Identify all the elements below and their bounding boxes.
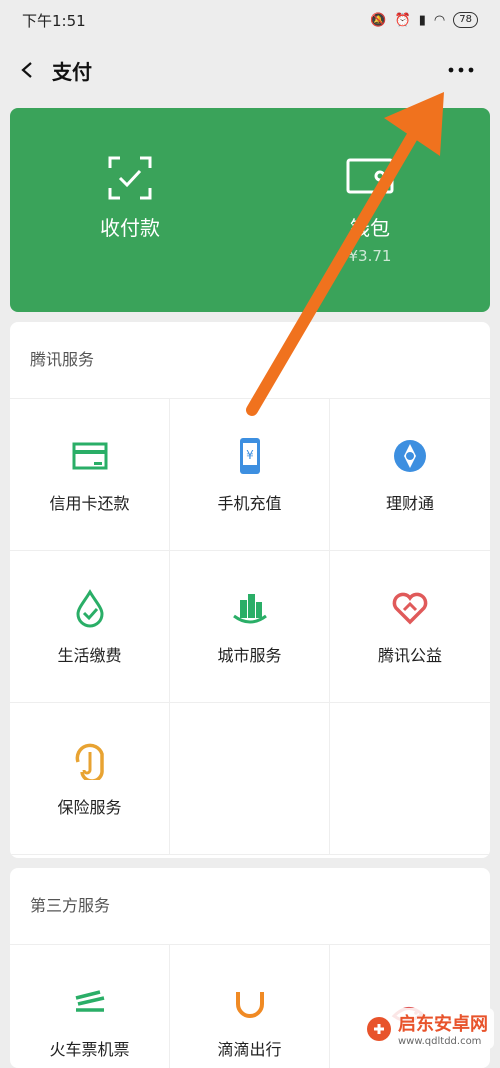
train-flight-tickets-button[interactable]: 火车票机票 — [10, 945, 170, 1068]
wallet-label: 钱包 — [350, 216, 390, 240]
alarm-icon: ⏰ — [394, 12, 411, 28]
watermark-logo-icon — [367, 1016, 391, 1041]
tencent-services-panel: 腾讯服务 信用卡还款 ¥ 手机充值 理财通 生活缴费 城市服务 腾讯公益 保险服… — [10, 322, 490, 858]
payment-card: 收付款 钱包 ¥3.71 — [10, 108, 490, 312]
cell-label: 火车票机票 — [49, 1039, 130, 1059]
didi-button[interactable]: 滴滴出行 — [170, 945, 330, 1068]
wallet-button[interactable]: 钱包 ¥3.71 — [250, 108, 490, 312]
back-button[interactable] — [14, 56, 42, 84]
cell-label: 生活缴费 — [57, 645, 122, 665]
third-party-service-button[interactable] — [330, 945, 490, 1068]
svg-text:¥: ¥ — [246, 448, 254, 462]
charity-heart-icon — [392, 592, 428, 624]
utility-icon — [75, 588, 104, 627]
cell-label: 手机充值 — [217, 493, 282, 513]
watermark: 启东安卓网 www.qdltdd.com — [360, 1008, 494, 1049]
chevron-left-icon — [21, 62, 32, 78]
city-icon — [232, 593, 267, 623]
section-title: 第三方服务 — [30, 896, 111, 915]
wealth-icon — [394, 439, 426, 472]
credit-card-repay-button[interactable]: 信用卡还款 — [10, 399, 170, 551]
cell-label: 腾讯公益 — [377, 645, 442, 665]
collect-pay-button[interactable]: 收付款 — [10, 108, 250, 312]
page-title: 支付 — [52, 59, 92, 84]
wealth-button[interactable]: 理财通 — [330, 399, 490, 551]
phone-topup-button[interactable]: ¥ 手机充值 — [170, 399, 330, 551]
section-title: 腾讯服务 — [30, 350, 95, 369]
city-services-button[interactable]: 城市服务 — [170, 551, 330, 703]
title-bar: 支付 — [0, 44, 500, 96]
empty-cell — [330, 703, 490, 855]
watermark-name: 启东安卓网 — [398, 1014, 488, 1035]
more-button[interactable] — [446, 56, 476, 84]
mute-icon: 🔕 — [370, 12, 387, 28]
phone-topup-icon: ¥ — [239, 437, 260, 474]
wallet-icon — [346, 158, 394, 194]
tencent-charity-button[interactable]: 腾讯公益 — [330, 551, 490, 703]
status-time: 下午1:51 — [22, 11, 86, 30]
wallet-balance: ¥3.71 — [348, 247, 392, 265]
cell-label: 理财通 — [385, 493, 434, 513]
signal-icon: ▮ — [418, 12, 426, 28]
cell-label: 保险服务 — [57, 797, 122, 817]
insurance-services-button[interactable]: 保险服务 — [10, 703, 170, 855]
credit-card-icon — [72, 442, 107, 469]
status-bar: 下午1:51 🔕 ⏰ ▮ ◠ 78 — [0, 0, 500, 40]
utility-payment-button[interactable]: 生活缴费 — [10, 551, 170, 703]
collect-pay-label: 收付款 — [100, 216, 160, 240]
wifi-icon: ◠ — [433, 12, 446, 28]
cell-label: 城市服务 — [217, 645, 282, 665]
cell-label: 滴滴出行 — [217, 1039, 282, 1059]
cell-label: 信用卡还款 — [49, 493, 130, 513]
didi-icon — [235, 991, 264, 1018]
insurance-umbrella-icon — [75, 743, 104, 780]
scan-check-icon — [108, 156, 152, 200]
train-icon — [75, 989, 104, 1012]
watermark-url: www.qdltdd.com — [398, 1036, 482, 1047]
more-dots-icon — [448, 67, 474, 73]
status-icons: 🔕 ⏰ ▮ ◠ 78 — [370, 12, 478, 28]
battery-badge: 78 — [453, 12, 478, 28]
empty-cell — [170, 703, 330, 855]
